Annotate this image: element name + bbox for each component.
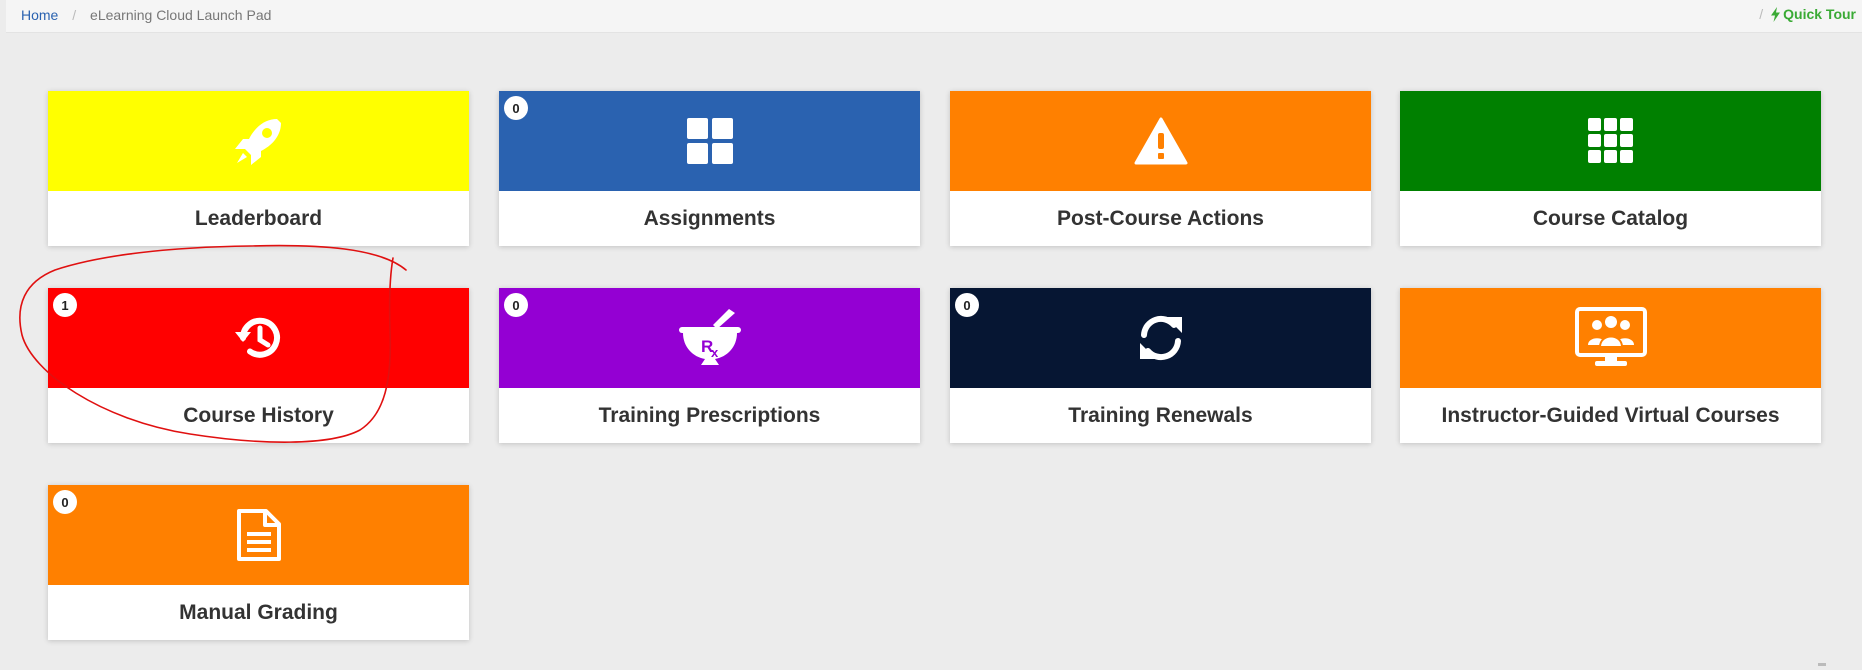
tile-label: Manual Grading	[179, 600, 338, 624]
top-bar: Home / eLearning Cloud Launch Pad / Quic…	[6, 0, 1862, 33]
count-badge: 0	[504, 96, 528, 120]
tile-leaderboard[interactable]: Leaderboard	[48, 91, 469, 246]
rocket-icon	[234, 119, 281, 165]
grid-icon	[686, 118, 733, 164]
apps-grid-icon	[1587, 118, 1633, 163]
tile-label: Leaderboard	[194, 206, 323, 230]
history-icon	[234, 317, 280, 358]
warning-icon	[1134, 117, 1187, 165]
tile-label: Course Catalog	[1532, 206, 1689, 230]
count-badge: 0	[955, 293, 979, 317]
breadcrumb-home-link[interactable]: Home	[21, 7, 58, 23]
count-badge: 0	[504, 293, 528, 317]
tile-color-band	[48, 288, 469, 388]
tile-training-renewals[interactable]: 0 Training Renewals	[950, 288, 1371, 443]
document-icon	[236, 509, 281, 561]
tile-instructor-guided-virtual-courses[interactable]: Instructor-Guided Virtual Courses	[1400, 288, 1821, 443]
quick-tour-label: Quick Tour	[1783, 6, 1856, 22]
tile-assignments[interactable]: 0 Assignments	[499, 91, 920, 246]
tile-color-band: R x	[499, 288, 920, 388]
tile-label: Course History	[183, 403, 334, 427]
breadcrumb: Home / eLearning Cloud Launch Pad	[21, 7, 271, 23]
tile-color-band	[499, 91, 920, 191]
tile-color-band	[1400, 91, 1821, 191]
tile-course-catalog[interactable]: Course Catalog	[1400, 91, 1821, 246]
tile-color-band	[48, 91, 469, 191]
count-badge: 1	[53, 293, 77, 317]
tile-label: Instructor-Guided Virtual Courses	[1441, 403, 1780, 427]
tile-color-band	[950, 91, 1371, 191]
breadcrumb-current: eLearning Cloud Launch Pad	[90, 7, 272, 23]
count-badge: 0	[53, 490, 77, 514]
refresh-icon	[1139, 315, 1182, 361]
quick-tour-link[interactable]: / Quick Tour	[1759, 6, 1856, 22]
tile-post-course-actions[interactable]: Post-Course Actions	[950, 91, 1371, 246]
scroll-indicator[interactable]	[1818, 663, 1826, 666]
tile-label: Training Prescriptions	[598, 403, 821, 427]
tile-label: Assignments	[643, 206, 776, 230]
tile-color-band	[48, 485, 469, 585]
mortar-pestle-rx-icon: R x	[678, 309, 741, 365]
tile-label: Post-Course Actions	[1057, 206, 1264, 230]
tile-training-prescriptions[interactable]: R x 0 Training Prescriptions	[499, 288, 920, 443]
tile-manual-grading[interactable]: 0 Manual Grading	[48, 485, 469, 640]
svg-text:x: x	[711, 345, 719, 360]
breadcrumb-separator: /	[72, 7, 77, 23]
tile-course-history[interactable]: 1 Course History	[48, 288, 469, 443]
tile-color-band	[1400, 288, 1821, 388]
tile-color-band	[950, 288, 1371, 388]
bolt-icon	[1771, 6, 1781, 22]
virtual-classroom-icon	[1574, 307, 1647, 366]
tile-label: Training Renewals	[1068, 403, 1253, 427]
quick-tour-separator: /	[1759, 6, 1764, 22]
